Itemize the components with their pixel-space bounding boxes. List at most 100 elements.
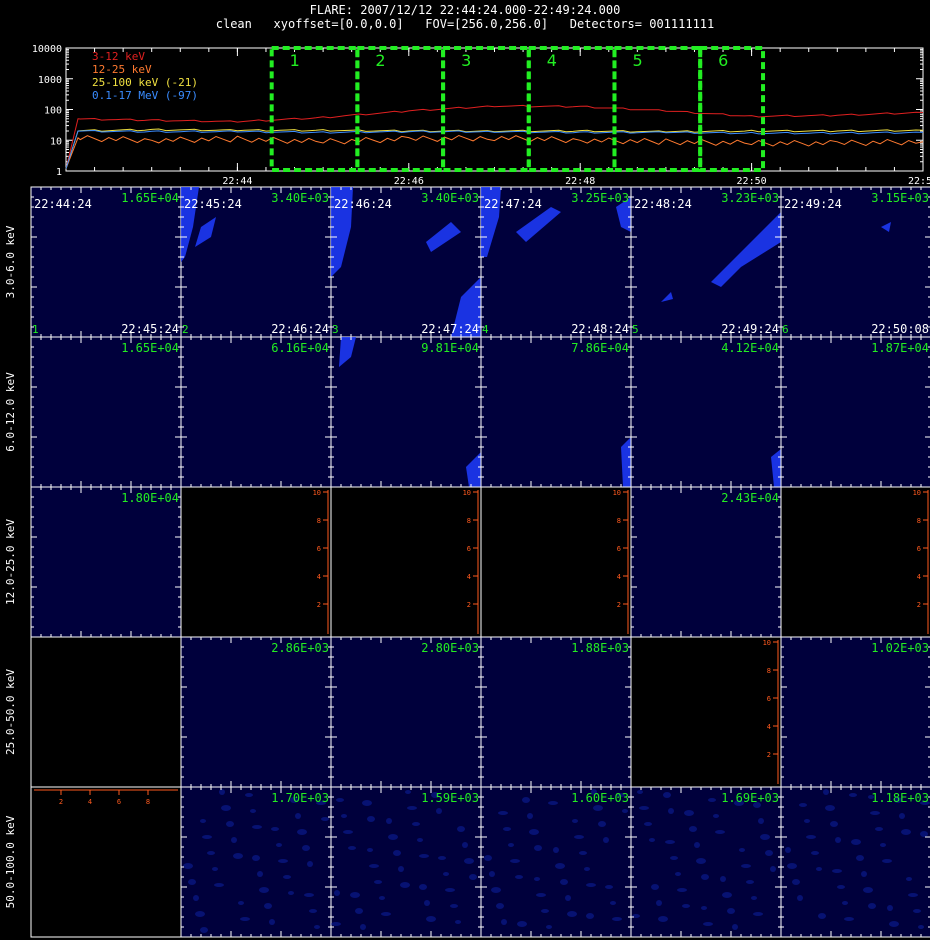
noise-speck — [593, 805, 603, 811]
start-time-label: 22:45:24 — [184, 197, 242, 211]
noise-speck — [868, 903, 876, 909]
noise-speck — [663, 792, 671, 798]
noise-speck — [584, 867, 590, 871]
noise-speck — [727, 908, 735, 914]
noise-speck — [703, 922, 713, 926]
max-value-label: 1.65E+04 — [121, 191, 179, 205]
noise-speck — [870, 811, 880, 815]
image-cell-background — [780, 336, 930, 488]
empty-axis-label: 10 — [913, 489, 921, 497]
max-value-label: 6.16E+04 — [271, 341, 329, 355]
image-cell-r2-c3: 9.81E+04 — [330, 336, 482, 488]
noise-speck — [367, 848, 373, 852]
end-time-label: 22:48:24 — [571, 322, 629, 336]
noise-speck — [644, 822, 652, 826]
noise-speck — [713, 814, 719, 818]
empty-axis-label: 10 — [613, 489, 621, 497]
noise-speck — [682, 904, 690, 908]
empty-axis-label: 10 — [763, 639, 771, 647]
noise-speck — [341, 814, 347, 818]
image-cell-background — [780, 636, 930, 788]
noise-speck — [288, 891, 294, 895]
noise-speck — [811, 851, 819, 855]
noise-speck — [405, 790, 411, 794]
noise-speck — [464, 858, 474, 864]
empty-axis-label: 8 — [917, 517, 921, 525]
noise-speck — [419, 854, 429, 858]
noise-speck — [438, 856, 446, 860]
image-cell-r3-c3: 2 4 6 8 10 — [330, 486, 482, 638]
noise-speck — [398, 866, 404, 872]
noise-speck — [560, 879, 568, 885]
noise-speck — [918, 925, 924, 929]
empty-axis-label: 4 — [917, 573, 921, 581]
max-value-label: 2.43E+04 — [721, 491, 779, 505]
noise-speck — [240, 917, 250, 921]
noise-speck — [367, 816, 375, 822]
interval-number-label: 5 — [632, 323, 639, 336]
image-cell-background — [180, 486, 332, 638]
image-cell-r3-c2: 2 4 6 8 10 — [180, 486, 332, 638]
noise-speck — [825, 805, 835, 811]
empty-axis-label: 2 — [59, 798, 63, 806]
image-cell-background — [630, 636, 782, 788]
image-cell-r1-c1: 1.65E+04 22:44:24 22:45:24 1 — [30, 186, 182, 338]
noise-speck — [183, 863, 193, 869]
noise-speck — [920, 831, 928, 837]
noise-speck — [269, 919, 275, 925]
noise-speck — [849, 793, 857, 797]
image-cell-r1-c4: 3.25E+03 22:47:24 22:48:24 4 — [480, 186, 632, 338]
noise-speck — [732, 924, 738, 930]
noise-speck — [899, 813, 905, 819]
noise-speck — [649, 838, 655, 842]
empty-axis-label: 4 — [467, 573, 471, 581]
noise-speck — [880, 843, 886, 847]
image-cell-background — [330, 636, 482, 788]
empty-axis-label: 6 — [767, 695, 771, 703]
noise-speck — [257, 871, 263, 877]
noise-speck — [668, 808, 674, 814]
image-cell-r2-c6: 1.87E+04 — [780, 336, 930, 488]
noise-speck — [844, 917, 854, 921]
noise-speck — [250, 809, 256, 813]
noise-speck — [536, 893, 546, 897]
empty-axis-label: 4 — [88, 798, 92, 806]
noise-speck — [701, 874, 709, 880]
noise-speck — [753, 912, 763, 916]
noise-speck — [701, 906, 707, 910]
image-cell-background — [330, 786, 482, 938]
noise-speck — [586, 883, 596, 887]
empty-axis-label: 6 — [117, 798, 121, 806]
noise-speck — [362, 800, 372, 806]
noise-speck — [503, 827, 511, 831]
interval-number-label: 2 — [182, 323, 189, 336]
noise-speck — [231, 837, 237, 843]
image-cell-r3-c5: 2.43E+04 — [630, 486, 782, 638]
noise-speck — [496, 903, 504, 909]
noise-speck — [195, 911, 205, 917]
image-cell-background — [780, 486, 930, 638]
noise-speck — [350, 892, 360, 898]
noise-speck — [689, 826, 697, 832]
end-time-label: 22:45:24 — [121, 322, 179, 336]
noise-speck — [343, 830, 353, 834]
noise-speck — [529, 829, 539, 835]
noise-speck — [553, 847, 559, 853]
noise-speck — [331, 922, 341, 926]
empty-axis-label: 10 — [313, 489, 321, 497]
noise-speck — [572, 819, 578, 823]
noise-speck — [445, 888, 455, 892]
noise-speck — [715, 830, 725, 834]
image-cell-r4-c4: 1.88E+03 — [480, 636, 632, 788]
noise-speck — [656, 900, 662, 906]
noise-speck — [696, 858, 706, 864]
noise-speck — [355, 908, 363, 914]
noise-speck — [295, 813, 301, 819]
image-cell-r1-c3: 3.40E+03 22:46:24 22:47:24 3 — [330, 186, 482, 338]
noise-speck — [889, 921, 899, 927]
max-value-label: 3.40E+03 — [271, 191, 329, 205]
end-time-label: 22:47:24 — [421, 322, 479, 336]
noise-speck — [424, 900, 430, 906]
noise-speck — [806, 835, 816, 839]
noise-speck — [207, 851, 215, 855]
